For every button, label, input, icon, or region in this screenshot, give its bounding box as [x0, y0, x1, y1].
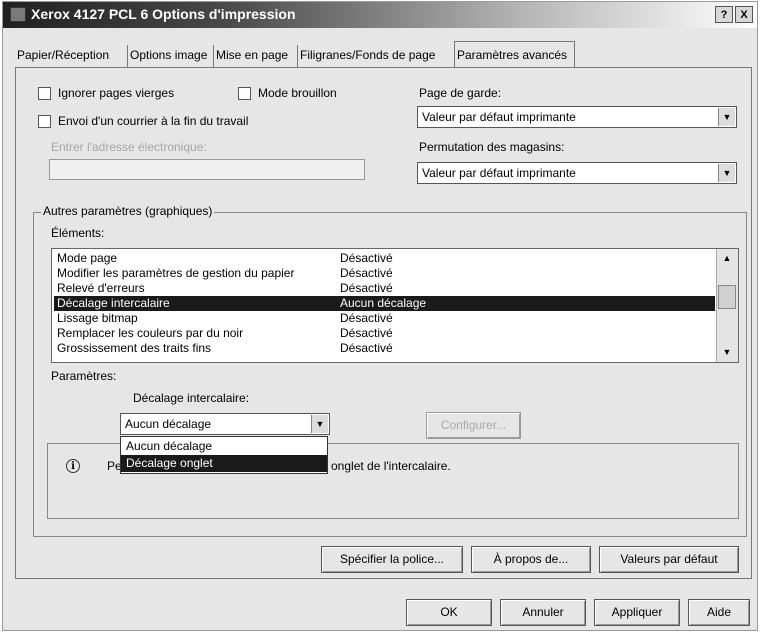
tab-layout[interactable]: Mise en page: [214, 45, 298, 67]
configure-button[interactable]: Configurer...: [426, 412, 521, 439]
email-label: Entrer l'adresse électronique:: [51, 140, 207, 154]
cover-page-select[interactable]: Valeur par défaut imprimante ▼: [417, 106, 737, 128]
list-item-name: Mode page: [57, 251, 118, 265]
ok-button[interactable]: OK: [406, 599, 492, 626]
scroll-thumb[interactable]: [718, 285, 736, 309]
info-icon: i: [66, 459, 80, 473]
defaults-button[interactable]: Valeurs par défaut: [599, 546, 739, 573]
chevron-down-icon: ▼: [311, 415, 328, 433]
list-item-value: Désactivé: [340, 266, 393, 280]
chevron-down-icon: ▼: [718, 164, 735, 182]
send-mail-label: Envoi d'un courrier à la fin du travail: [58, 114, 249, 128]
window-title: Xerox 4127 PCL 6 Options d'impression: [31, 6, 296, 22]
list-item-name: Lissage bitmap: [57, 311, 138, 325]
list-item[interactable]: Décalage intercalaire Aucun décalage: [54, 296, 715, 311]
tray-switch-label: Permutation des magasins:: [419, 140, 565, 154]
list-item-name: Décalage intercalaire: [57, 296, 170, 310]
tray-switch-select[interactable]: Valeur par défaut imprimante ▼: [417, 162, 737, 184]
offset-value: Aucun décalage: [125, 417, 212, 431]
tab-watermarks[interactable]: Filigranes/Fonds de page: [298, 45, 455, 67]
cancel-button[interactable]: Annuler: [500, 599, 586, 626]
list-item-name: Remplacer les couleurs par du noir: [57, 326, 244, 340]
list-item-value: Désactivé: [340, 341, 393, 355]
specify-font-button[interactable]: Spécifier la police...: [321, 546, 463, 573]
list-item-value: Désactivé: [340, 326, 393, 340]
chevron-down-icon: ▼: [718, 108, 735, 126]
group-legend: Autres paramètres (graphiques): [41, 204, 215, 218]
list-item-value: Désactivé: [340, 281, 393, 295]
tab-advanced[interactable]: Paramètres avancés: [454, 41, 575, 68]
help-button[interactable]: Aide: [688, 599, 750, 626]
dropdown-option-no-offset[interactable]: Aucun décalage: [121, 438, 327, 455]
cover-page-value: Valeur par défaut imprimante: [422, 110, 576, 124]
list-item-value: Aucun décalage: [340, 296, 427, 310]
draft-mode-checkbox[interactable]: [238, 87, 251, 100]
list-item[interactable]: Modifier les paramètres de gestion du pa…: [54, 266, 715, 281]
help-title-button[interactable]: ?: [715, 6, 733, 23]
email-input[interactable]: [49, 159, 365, 180]
offset-label: Décalage intercalaire:: [133, 391, 250, 405]
list-scrollbar[interactable]: ▲ ▼: [716, 249, 738, 362]
cover-page-label: Page de garde:: [419, 86, 502, 100]
tab-image-options[interactable]: Options image: [128, 45, 214, 67]
print-options-dialog: Xerox 4127 PCL 6 Options d'impression ? …: [2, 1, 758, 631]
list-item-name: Modifier les paramètres de gestion du pa…: [57, 266, 295, 280]
scroll-down-icon[interactable]: ▼: [718, 344, 736, 361]
ignore-blank-checkbox[interactable]: [38, 87, 51, 100]
offset-select[interactable]: Aucun décalage ▼: [120, 413, 330, 435]
elements-label: Éléments:: [51, 226, 105, 240]
list-item[interactable]: Relevé d'erreurs Désactivé: [54, 281, 715, 296]
tray-switch-value: Valeur par défaut imprimante: [422, 166, 576, 180]
list-item-value: Désactivé: [340, 311, 393, 325]
list-item-value: Désactivé: [340, 251, 393, 265]
dropdown-option-tab-offset[interactable]: Décalage onglet: [121, 455, 327, 472]
list-item[interactable]: Remplacer les couleurs par du noir Désact…: [54, 326, 715, 341]
params-label: Paramètres:: [51, 369, 117, 383]
tab-paper-output[interactable]: Papier/Réception: [15, 45, 128, 67]
close-button[interactable]: X: [735, 6, 753, 23]
list-item-name: Relevé d'erreurs: [57, 281, 145, 295]
offset-dropdown-list: Aucun décalage Décalage onglet: [120, 436, 328, 474]
printer-icon: [10, 7, 26, 22]
send-mail-checkbox[interactable]: [38, 115, 51, 128]
elements-list[interactable]: Mode page Désactivé Modifier les paramètre…: [51, 248, 739, 363]
draft-mode-label: Mode brouillon: [258, 86, 337, 100]
ignore-blank-label: Ignorer pages vierges: [58, 86, 175, 100]
list-item[interactable]: Mode page Désactivé: [54, 251, 715, 266]
info-text-right: onglet de l'intercalaire.: [331, 459, 451, 473]
list-item[interactable]: Lissage bitmap Désactivé: [54, 311, 715, 326]
scroll-up-icon[interactable]: ▲: [718, 250, 736, 267]
list-item-name: Grossissement des traits fins: [57, 341, 212, 355]
apply-button[interactable]: Appliquer: [594, 599, 680, 626]
list-item[interactable]: Grossissement des traits fins Désactivé: [54, 341, 715, 356]
about-button[interactable]: À propos de...: [471, 546, 591, 573]
title-bar: Xerox 4127 PCL 6 Options d'impression ? …: [3, 2, 757, 28]
